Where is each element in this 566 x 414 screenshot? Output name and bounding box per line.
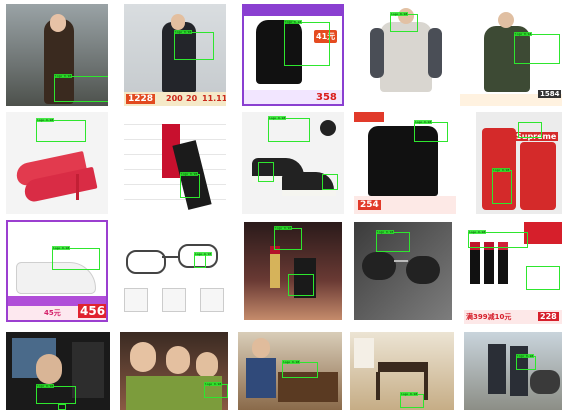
detection-box	[322, 174, 338, 190]
detection-box	[58, 404, 66, 410]
detection-box	[518, 122, 542, 138]
detection-box	[284, 22, 330, 66]
detection-label: logo 0.98	[282, 360, 301, 364]
detection-label: logo 0.98	[468, 230, 487, 234]
tile-motorcycle-riders[interactable]: logo 0.98	[464, 332, 562, 410]
tile-white-sneaker-promo[interactable]: 45元 456 logo 0.98	[6, 220, 108, 322]
detection-box	[514, 34, 560, 64]
detection-box	[390, 14, 418, 32]
detection-box	[36, 120, 86, 142]
tile-man-store-promo[interactable]: 1228 200 20 11.11 logo 0.98	[124, 4, 226, 106]
price-value: 1584	[538, 90, 562, 98]
tile-eyeglasses[interactable]: logo 0.98	[118, 236, 228, 316]
detection-box	[36, 386, 76, 404]
tile-woman-street[interactable]: logo 0.98	[6, 4, 108, 106]
tile-red-heels[interactable]: logo 0.98	[6, 112, 108, 214]
detection-box	[194, 254, 206, 268]
detection-label: logo 0.98	[194, 252, 213, 256]
detection-label: logo 0.98	[52, 246, 71, 250]
tile-aviator-sunglasses[interactable]: logo 0.98	[354, 222, 452, 320]
tile-olive-jacket[interactable]: 1584 logo 0.98	[460, 4, 562, 106]
detection-label: logo 0.98	[376, 230, 395, 234]
tile-three-women[interactable]: logo 0.98	[120, 332, 228, 410]
detection-box	[516, 356, 536, 370]
detection-box	[204, 384, 228, 398]
tile-ysl-lipstick[interactable]: logo 0.98	[244, 222, 342, 320]
detection-box	[258, 162, 274, 182]
tile-red-lipstick-box[interactable]: logo 0.98	[124, 112, 226, 214]
detection-label: logo 0.98	[180, 172, 199, 176]
promo-text-2: 20	[186, 94, 198, 103]
detection-label: logo 0.98	[414, 120, 433, 124]
detection-box	[180, 174, 200, 198]
detection-label: logo 0.98	[36, 384, 55, 388]
price-badge: 1228	[126, 94, 156, 104]
tile-dining-room[interactable]: logo 0.98	[350, 332, 454, 410]
detection-label: logo 0.98	[390, 12, 409, 16]
detection-box	[268, 118, 310, 142]
detection-label: logo 0.98	[36, 118, 55, 122]
tile-converse-sneakers[interactable]: logo 0.98	[242, 112, 344, 214]
detection-box	[52, 248, 100, 270]
discount-text: 45元	[44, 309, 61, 317]
detection-label: logo 0.98	[514, 32, 533, 36]
detection-label: logo 0.98	[204, 382, 223, 386]
detection-box	[274, 228, 302, 250]
detection-box	[492, 170, 512, 204]
image-grid: logo 0.98 1228 200 20 11.11 logo 0.98 41…	[0, 0, 566, 414]
price-value: 254	[358, 200, 381, 210]
price-value: 456	[78, 304, 106, 318]
tile-supreme-luggage[interactable]: Supreme logo 0.98	[476, 112, 562, 214]
detection-box	[288, 274, 314, 296]
tile-dining-people[interactable]: logo 0.98	[238, 332, 342, 410]
detection-label: logo 0.98	[174, 30, 193, 34]
detection-box	[376, 232, 410, 252]
detection-box	[400, 394, 424, 408]
detection-label: logo 0.98	[268, 116, 287, 120]
tile-black-zip-jacket[interactable]: 254 logo 0.98	[354, 112, 456, 214]
detection-box	[174, 32, 214, 60]
detection-label: logo 0.98	[400, 392, 419, 396]
detection-box	[54, 76, 108, 102]
price-value: 358	[316, 92, 337, 103]
detection-box	[526, 266, 560, 290]
detection-label: logo 0.98	[274, 226, 293, 230]
tile-raglan-tee[interactable]: logo 0.98	[362, 4, 452, 106]
detection-box	[414, 122, 448, 142]
detection-label: logo 0.98	[492, 168, 511, 172]
detection-label: logo 0.98	[54, 74, 73, 78]
detection-box	[282, 362, 318, 378]
promo-date: 11.11	[202, 94, 226, 103]
promo-text: 满399减10元	[466, 313, 512, 321]
detection-label: logo 0.98	[516, 354, 535, 358]
tile-black-hoodie[interactable]: 41元 358 logo 0.98	[242, 4, 344, 106]
detection-label: logo 0.98	[284, 20, 303, 24]
tile-tv-screen-man[interactable]: logo 0.98	[6, 332, 110, 410]
detection-box	[468, 232, 528, 248]
price-value: 228	[538, 312, 559, 321]
promo-text: 200	[166, 94, 183, 103]
tile-dior-lipsticks-promo[interactable]: 满399减10元 228 logo 0.98	[464, 222, 562, 324]
